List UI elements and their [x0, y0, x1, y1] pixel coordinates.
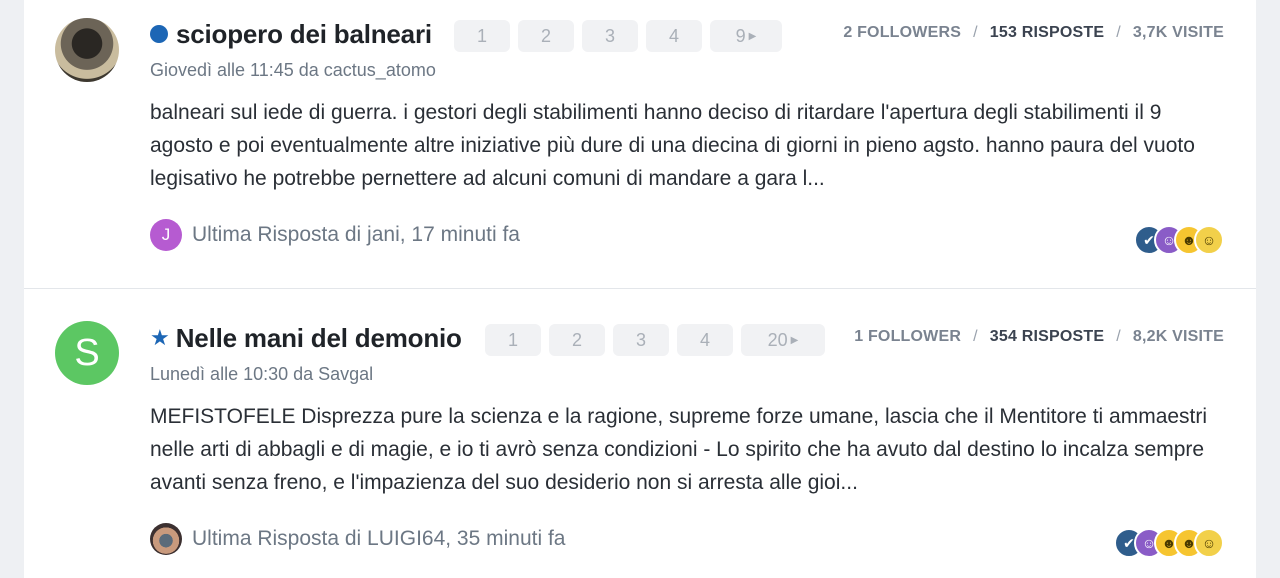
- followers-count[interactable]: 2 FOLLOWERS: [843, 24, 961, 42]
- replies-count: 153 RISPOSTE: [989, 24, 1105, 41]
- topic-row: sciopero dei balneari 1 2 3 4 9 ▶ 2 FOLLO…: [24, 0, 1256, 289]
- stat-separator: /: [973, 328, 978, 345]
- views-count: 3,7K VISITE: [1132, 24, 1224, 41]
- last-reply-avatar[interactable]: J: [150, 219, 182, 251]
- page-button[interactable]: 4: [646, 20, 702, 52]
- topic-meta: Lunedì alle 10:30 da Savgal: [150, 364, 374, 384]
- caret-right-icon: ▶: [790, 334, 799, 346]
- stat-separator: /: [1116, 328, 1121, 345]
- followers-count[interactable]: 1 FOLLOWER: [854, 328, 961, 346]
- topic-row: S ★ Nelle mani del demonio 1 2 3 4 20 ▶ 1…: [24, 290, 1256, 578]
- topic-excerpt[interactable]: MEFISTOFELE Disprezza pure la scienza e …: [150, 400, 1230, 499]
- reactions[interactable]: ☺ ☻ ☻ ☺ ✔: [1114, 528, 1224, 558]
- page-button[interactable]: 3: [582, 20, 638, 52]
- topic-title[interactable]: Nelle mani del demonio: [176, 323, 462, 354]
- page-button[interactable]: 2: [549, 324, 605, 356]
- author-avatar[interactable]: [55, 18, 119, 82]
- last-page-label: 9: [735, 25, 746, 46]
- page-button[interactable]: 2: [518, 20, 574, 52]
- last-reply[interactable]: J Ultima Risposta di jani, 17 minuti fa: [150, 219, 520, 251]
- topic-title-row: sciopero dei balneari: [150, 18, 432, 50]
- last-page-label: 20: [767, 329, 788, 350]
- stat-separator: /: [973, 24, 978, 41]
- page-button[interactable]: 1: [485, 324, 541, 356]
- topic-pagination: 1 2 3 4 20 ▶: [485, 324, 825, 356]
- last-reply-text[interactable]: Ultima Risposta di LUIGI64, 35 minuti fa: [192, 527, 566, 551]
- page-button[interactable]: 4: [677, 324, 733, 356]
- page-button[interactable]: 3: [613, 324, 669, 356]
- last-reply-text[interactable]: Ultima Risposta di jani, 17 minuti fa: [192, 223, 520, 247]
- page-button[interactable]: 1: [454, 20, 510, 52]
- last-page-button[interactable]: 20 ▶: [741, 324, 825, 356]
- reaction-grin-icon: ☺: [1194, 528, 1224, 558]
- last-reply-avatar[interactable]: [150, 523, 182, 555]
- topic-stats: 1 FOLLOWER / 354 RISPOSTE / 8,2K VISITE: [854, 328, 1224, 346]
- topic-stats: 2 FOLLOWERS / 153 RISPOSTE / 3,7K VISITE: [843, 24, 1224, 42]
- topic-pagination: 1 2 3 4 9 ▶: [454, 20, 782, 52]
- topic-list: sciopero dei balneari 1 2 3 4 9 ▶ 2 FOLLO…: [24, 0, 1256, 578]
- author-avatar[interactable]: S: [55, 321, 119, 385]
- caret-right-icon: ▶: [748, 30, 757, 42]
- unread-dot-icon: [150, 25, 168, 43]
- reactions[interactable]: ☺ ☻ ☺ ✔: [1134, 225, 1224, 255]
- topic-meta: Giovedì alle 11:45 da cactus_atomo: [150, 60, 436, 80]
- stat-separator: /: [1116, 24, 1121, 41]
- last-reply[interactable]: Ultima Risposta di LUIGI64, 35 minuti fa: [150, 523, 566, 555]
- views-count: 8,2K VISITE: [1132, 328, 1224, 345]
- topic-excerpt[interactable]: balneari sul iede di guerra. i gestori d…: [150, 96, 1230, 195]
- topic-title[interactable]: sciopero dei balneari: [176, 19, 432, 50]
- reaction-grin-icon: ☺: [1194, 225, 1224, 255]
- replies-count: 354 RISPOSTE: [989, 328, 1105, 345]
- last-page-button[interactable]: 9 ▶: [710, 20, 782, 52]
- topic-title-row: ★ Nelle mani del demonio: [150, 322, 462, 354]
- star-icon: ★: [150, 325, 170, 350]
